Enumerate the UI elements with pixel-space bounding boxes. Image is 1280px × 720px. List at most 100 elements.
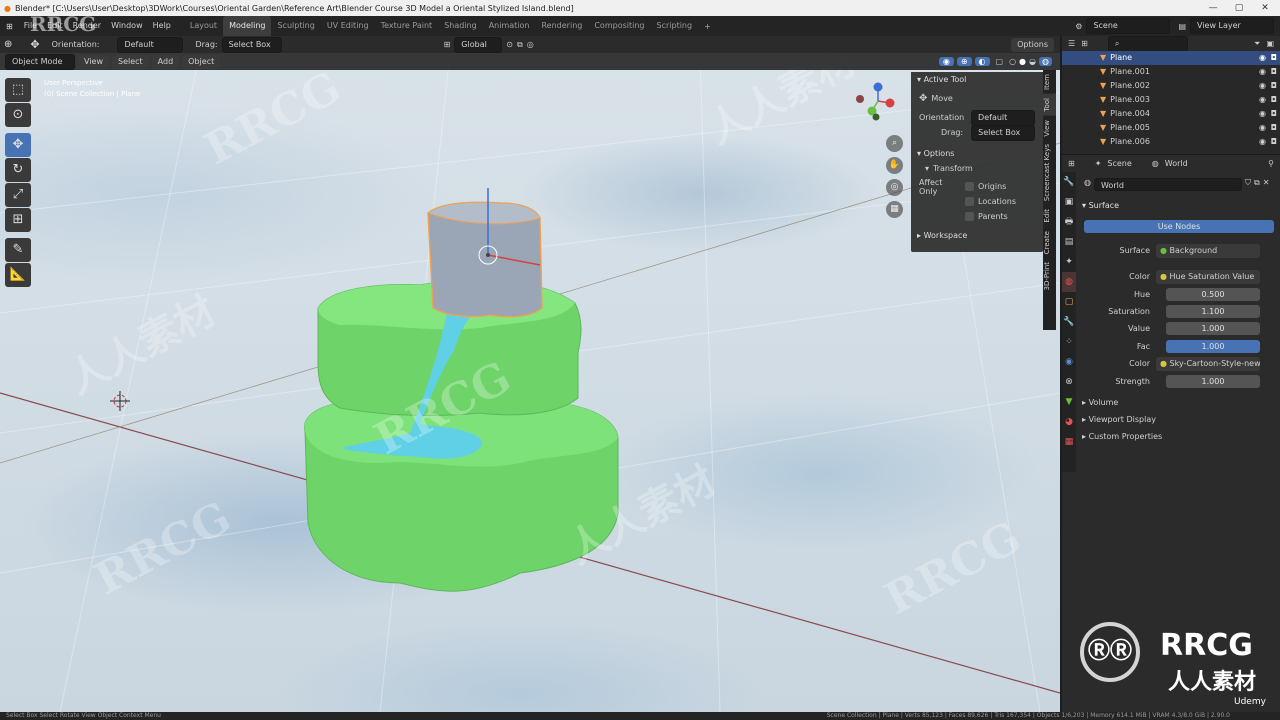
tab-item[interactable]: Item [1043,70,1056,94]
scene-selector[interactable]: Scene [1086,18,1171,34]
tab-sculpting[interactable]: Sculpting [271,16,320,36]
annotate-tool-icon[interactable]: ✎ [5,238,31,262]
gizmo-toggle-icon[interactable]: ⊕ [956,57,972,66]
rotate-tool-icon[interactable]: ↻ [5,158,31,182]
color-socket-value[interactable]: ● Hue Saturation Value [1156,270,1260,284]
outliner-item-plane[interactable]: ▼ Plane ◉ ◘ [1062,51,1280,65]
visibility-eye-icon[interactable]: ◉ [1259,107,1266,121]
world-name-field[interactable]: World [1093,178,1242,191]
parents-checkbox[interactable] [965,212,974,221]
editor-type-3d-icon[interactable]: ⊕ [4,39,12,50]
add-menu[interactable]: Add [151,54,180,69]
camera-view-icon[interactable]: ◎ [886,179,903,196]
global-orientation-icon[interactable]: ⊞ [444,40,451,49]
menu-window[interactable]: Window [106,16,148,36]
transform-subheader[interactable]: ▾ Transform [911,161,1043,176]
tab-3d-print[interactable]: 3D-Print [1043,258,1056,294]
fake-user-icon[interactable]: ⛉ [1245,178,1251,191]
close-icon[interactable]: ✕ [1252,0,1278,16]
new-collection-icon[interactable]: ▣ [1266,39,1274,48]
data-tab-icon[interactable]: ▼ [1062,392,1076,412]
transform-tool-icon[interactable]: ⊞ [5,208,31,232]
shading-rendered-icon[interactable]: ◍ [1039,57,1052,66]
modifier-tab-icon[interactable]: 🔧 [1062,312,1076,332]
outliner-search-input[interactable]: ⌕ [1107,35,1188,52]
tab-view[interactable]: View [1043,116,1056,141]
snap-icon[interactable]: ⧉ [517,40,523,50]
display-mode-icon[interactable]: ⊞ [1081,39,1088,48]
origins-checkbox[interactable] [965,182,974,191]
pan-hand-icon[interactable]: ✋ [886,157,903,174]
render-tab-icon[interactable]: ▣ [1062,192,1076,212]
outliner-item-plane-002[interactable]: ▼ Plane.002 ◉ ◘ [1062,79,1280,93]
visibility-eye-icon[interactable]: ◉ [1259,93,1266,107]
tab-uv-editing[interactable]: UV Editing [321,16,375,36]
visibility-eye-icon[interactable]: ◉ [1259,135,1266,149]
visibility-eye-icon[interactable]: ◉ [1259,121,1266,135]
world-tab-icon[interactable]: ◍ [1062,272,1076,292]
tab-layout[interactable]: Layout [184,16,223,36]
drag-dropdown[interactable]: Select Box [221,36,282,53]
npanel-orientation-dropdown[interactable]: Default [971,109,1035,126]
cursor-tool-icon[interactable]: ⊙ [5,103,31,127]
strength-field[interactable]: 1.000 [1166,375,1260,388]
workspace-header[interactable]: ▸ Workspace [911,228,1043,243]
value-field[interactable]: 1.000 [1166,322,1260,335]
use-nodes-button[interactable]: Use Nodes [1084,220,1274,233]
fac-field[interactable]: 1.000 [1166,340,1260,353]
object-tab-icon[interactable]: ▢ [1062,292,1076,312]
tab-rendering[interactable]: Rendering [535,16,588,36]
zoom-icon[interactable]: ⌕ [886,135,903,152]
environment-texture-value[interactable]: ● Sky-Cartoon-Style-new.hdr [1156,357,1260,371]
visibility-eye-icon[interactable]: ◉ [1259,79,1266,93]
saturation-field[interactable]: 1.100 [1166,305,1260,318]
scene-tab-icon[interactable]: ✦ [1062,252,1076,272]
texture-tab-icon[interactable]: ▦ [1062,432,1076,452]
proportional-edit-icon[interactable]: ◎ [527,40,534,49]
render-camera-icon[interactable]: ◘ [1271,121,1277,135]
options-header[interactable]: ▾ Options [911,146,1043,161]
render-camera-icon[interactable]: ◘ [1271,107,1277,121]
render-camera-icon[interactable]: ◘ [1271,93,1277,107]
measure-tool-icon[interactable]: 📐 [5,263,31,287]
properties-editor-icon[interactable]: ⊞ [1068,159,1075,168]
pin-icon[interactable]: ⚲ [1268,159,1274,168]
filter-icon[interactable]: ⏷ [1254,39,1260,49]
orientation-dropdown[interactable]: Default [117,36,184,53]
shading-material-icon[interactable]: ◒ [1029,57,1036,66]
transform-orientation-dropdown[interactable]: Global [454,36,503,53]
hue-field[interactable]: 0.500 [1166,288,1260,301]
material-tab-icon[interactable]: ◕ [1062,412,1076,432]
pivot-icon[interactable]: ⊙ [506,40,513,49]
tab-shading[interactable]: Shading [438,16,483,36]
maximize-icon[interactable]: ▢ [1226,0,1252,16]
outliner-item-plane-003[interactable]: ▼ Plane.003 ◉ ◘ [1062,93,1280,107]
menu-help[interactable]: Help [148,16,176,36]
outliner-editor-icon[interactable]: ☰ [1068,39,1075,48]
object-mode-dropdown[interactable]: Object Mode [5,53,75,70]
outliner-item-plane-004[interactable]: ▼ Plane.004 ◉ ◘ [1062,107,1280,121]
move-tool-button-icon[interactable]: ✥ [5,133,31,157]
select-tool-icon[interactable]: ⬚ [5,78,31,102]
view-layer-selector[interactable]: View Layer [1190,18,1274,34]
outliner-item-plane-001[interactable]: ▼ Plane.001 ◉ ◘ [1062,65,1280,79]
minimize-icon[interactable]: — [1200,0,1226,16]
npanel-drag-dropdown[interactable]: Select Box [971,124,1035,141]
visibility-icon[interactable]: ◉ [938,57,954,66]
locations-checkbox[interactable] [965,197,974,206]
select-menu[interactable]: Select [111,54,149,69]
unlink-icon[interactable]: ✕ [1263,178,1270,191]
volume-panel-header[interactable]: ▸ Volume [1082,396,1118,410]
view-menu[interactable]: View [78,54,109,69]
viewport-display-panel-header[interactable]: ▸ Viewport Display [1082,413,1156,427]
render-camera-icon[interactable]: ◘ [1271,135,1277,149]
tab-animation[interactable]: Animation [483,16,536,36]
tab-scripting[interactable]: Scripting [651,16,699,36]
editor-type-icon[interactable]: ⊞ [0,22,19,31]
render-camera-icon[interactable]: ◘ [1271,65,1277,79]
view-layer-tab-icon[interactable]: ▤ [1062,232,1076,252]
active-tool-header[interactable]: ▾ Active Tool [911,72,1043,87]
surface-socket-value[interactable]: ● Background [1156,244,1260,258]
tab-create[interactable]: Create [1043,227,1056,258]
outliner-item-plane-006[interactable]: ▼ Plane.006 ◉ ◘ [1062,135,1280,149]
